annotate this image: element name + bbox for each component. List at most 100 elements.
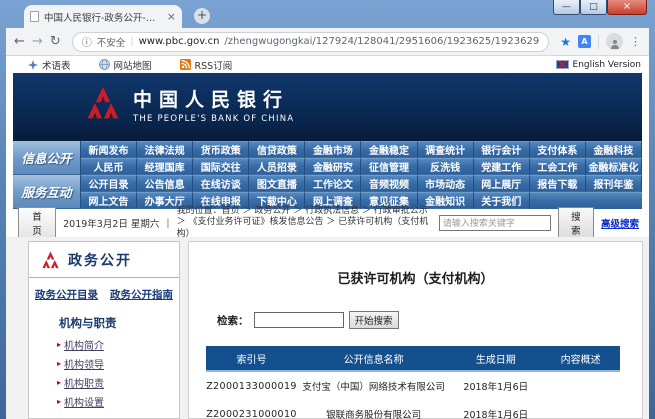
sidebar-item-jigou-jianjie[interactable]: ▸ 机构简介 [29, 335, 179, 354]
breadcrumb: 我的位置：首页 ＞ 政务公开 ＞ 行政执法信息 ＞ 行政审批公示 ＞ 《支付业务… [177, 206, 432, 240]
nav-item[interactable]: 工会工作 [530, 158, 586, 175]
nav-item[interactable]: 人民币 [81, 158, 137, 175]
cell-name[interactable]: 支付宝（中国）网络技术有限公司 [297, 379, 450, 393]
site-search-input[interactable] [439, 215, 551, 231]
profile-avatar[interactable] [606, 33, 623, 50]
reload-icon[interactable]: ↻ [50, 35, 61, 48]
sidebar-item-jigou-shezhi[interactable]: ▸ 机构设置 [29, 392, 179, 411]
cell-name[interactable]: 银联商务股份有限公司 [297, 407, 450, 419]
results-table: 索引号 公开信息名称 生成日期 内容概述 Z2000133000019 支付宝（… [206, 346, 620, 419]
nav-section-xinxigongkai[interactable]: 信息公开 [13, 141, 81, 175]
tab-title: 中国人民银行-政务公开-行政执法 [44, 10, 162, 24]
url-divider: | [130, 36, 133, 47]
maximize-button[interactable]: □ [580, 0, 607, 15]
uk-flag-icon [556, 60, 569, 69]
sidebar-item-jigou-lingdao[interactable]: ▸ 机构领导 [29, 354, 179, 373]
sidebar-link-guide[interactable]: 政务公开指南 [110, 287, 173, 302]
back-icon[interactable]: ← [14, 35, 25, 48]
nav-item[interactable]: 金融研究 [305, 158, 361, 175]
nav-item[interactable]: 金融市场 [305, 141, 361, 158]
nav-section-fuwuhudong[interactable]: 服务互动 [13, 175, 81, 209]
minimize-button[interactable]: — [553, 0, 580, 15]
retrieve-row: 检索： 开始搜索 [217, 311, 642, 329]
nav-item[interactable]: 在线访谈 [193, 175, 249, 192]
bank-names: 中国人民银行 THE PEOPLE'S BANK OF CHINA [133, 85, 294, 124]
nav-item[interactable]: 新闻发布 [81, 141, 137, 158]
bullet-icon: ▸ [57, 378, 61, 387]
sitemap-link[interactable]: 网站地图 [99, 58, 152, 72]
nav-item[interactable]: 征信管理 [361, 158, 417, 175]
advanced-search-link[interactable]: 高级搜索 [601, 216, 639, 230]
table-row[interactable]: Z2000231000010 银联商务股份有限公司 2018年1月6日 [206, 400, 620, 419]
browser-menu-icon[interactable]: ⋮ [630, 35, 641, 48]
rss-link[interactable]: RSS订阅 [180, 58, 233, 72]
nav-item[interactable]: 银行会计 [474, 141, 530, 158]
nav-item[interactable]: 反洗钱 [418, 158, 474, 175]
security-label: 不安全 [97, 35, 126, 49]
nav-item[interactable]: 图文直播 [249, 175, 305, 192]
nav-item[interactable]: 关于我们 [474, 192, 530, 209]
sidebar-link-catalog[interactable]: 政务公开目录 [35, 287, 98, 302]
nav-item[interactable]: 经理国库 [137, 158, 193, 175]
sidebar-item-jigou-zhize[interactable]: ▸ 机构职责 [29, 373, 179, 392]
site-masthead: 中国人民银行 THE PEOPLE'S BANK OF CHINA [13, 73, 642, 135]
nav-item[interactable]: 支付体系 [530, 141, 586, 158]
tab-close-icon[interactable]: × [167, 10, 176, 23]
col-index-number: 索引号 [206, 351, 297, 366]
nav-item[interactable]: 网上文告 [81, 192, 137, 209]
glossary-link[interactable]: 术语表 [28, 58, 71, 72]
rss-icon [180, 59, 191, 70]
nav-item[interactable]: 市场动态 [418, 175, 474, 192]
nav-item[interactable]: 国际交往 [193, 158, 249, 175]
nav-item[interactable]: 信贷政策 [249, 141, 305, 158]
retrieve-input[interactable] [254, 312, 344, 328]
sidebar-section-title: 机构与职责 [29, 308, 179, 335]
bullet-icon: ▸ [57, 397, 61, 406]
sidebar: 政务公开 政务公开目录 政务公开指南 机构与职责 ▸ 机构简介 ▸ 机构领导 [28, 241, 180, 419]
table-row[interactable]: Z2000133000019 支付宝（中国）网络技术有限公司 2018年1月6日 [206, 372, 620, 400]
nav-item[interactable]: 党建工作 [474, 158, 530, 175]
address-bar[interactable]: ⓘ 不安全 | www.pbc.gov.cn /zhengwugongkai/1… [72, 32, 550, 52]
page-favicon-icon [30, 11, 39, 22]
english-version-link[interactable]: English Version [556, 60, 641, 70]
home-button[interactable]: 首页 [18, 207, 56, 239]
nav-item[interactable]: 报刊年鉴 [586, 175, 642, 192]
nav-grid: 信息公开 新闻发布 法律法规 货币政策 信贷政策 金融市场 金融稳定 调查统计 … [13, 141, 642, 209]
breadcrumb-bar: 首页 2019年3月2日 星期六 | 我的位置：首页 ＞ 政务公开 ＞ 行政执法… [6, 209, 649, 237]
new-tab-button[interactable]: + [194, 8, 210, 24]
nav-item[interactable]: 工作论文 [305, 175, 361, 192]
nav-item[interactable]: 金融稳定 [361, 141, 417, 158]
site-search-button[interactable]: 搜索 [558, 207, 594, 239]
bank-name-en: THE PEOPLE'S BANK OF CHINA [133, 114, 294, 124]
nav-item[interactable]: 音频视频 [361, 175, 417, 192]
start-search-button[interactable]: 开始搜索 [349, 311, 399, 329]
nav-item[interactable]: 公开目录 [81, 175, 137, 192]
nav-item[interactable]: 人员招录 [249, 158, 305, 175]
browser-tab[interactable]: 中国人民银行-政务公开-行政执法 × [24, 5, 182, 28]
translate-icon[interactable]: A [578, 35, 591, 48]
forward-icon[interactable]: → [32, 35, 43, 48]
close-window-button[interactable]: × [607, 0, 647, 15]
nav-item[interactable]: 货币政策 [193, 141, 249, 158]
info-icon[interactable]: ⓘ [82, 34, 92, 49]
nav-item[interactable]: 公告信息 [137, 175, 193, 192]
window-titlebar: 中国人民银行-政务公开-行政执法 × + — □ × [0, 0, 655, 28]
sidebar-item-label: 机构领导 [64, 356, 104, 371]
sitemap-label: 网站地图 [114, 58, 152, 72]
nav-item[interactable]: 调查统计 [418, 141, 474, 158]
sidebar-item-label: 机构简介 [64, 337, 104, 352]
main-panel: 已获许可机构（支付机构） 检索： 开始搜索 索引号 公开信息名称 生成日期 内容… [188, 241, 643, 419]
sidebar-top-links: 政务公开目录 政务公开指南 [29, 278, 179, 308]
nav-item[interactable]: 金融标准化 [586, 158, 642, 175]
cell-index: Z2000133000019 [206, 381, 297, 392]
bookmark-star-icon[interactable]: ★ [560, 35, 571, 49]
nav-item[interactable]: 网上展厅 [474, 175, 530, 192]
nav-item[interactable]: 金融科技 [586, 141, 642, 158]
cell-index: Z2000231000010 [206, 409, 297, 419]
site-utility-bar: 术语表 网站地图 [6, 56, 649, 73]
nav-item[interactable]: 报告下载 [530, 175, 586, 192]
nav-item[interactable]: 法律法规 [137, 141, 193, 158]
glossary-label: 术语表 [42, 58, 71, 72]
english-version-label: English Version [573, 60, 641, 70]
retrieve-label: 检索： [217, 313, 249, 328]
